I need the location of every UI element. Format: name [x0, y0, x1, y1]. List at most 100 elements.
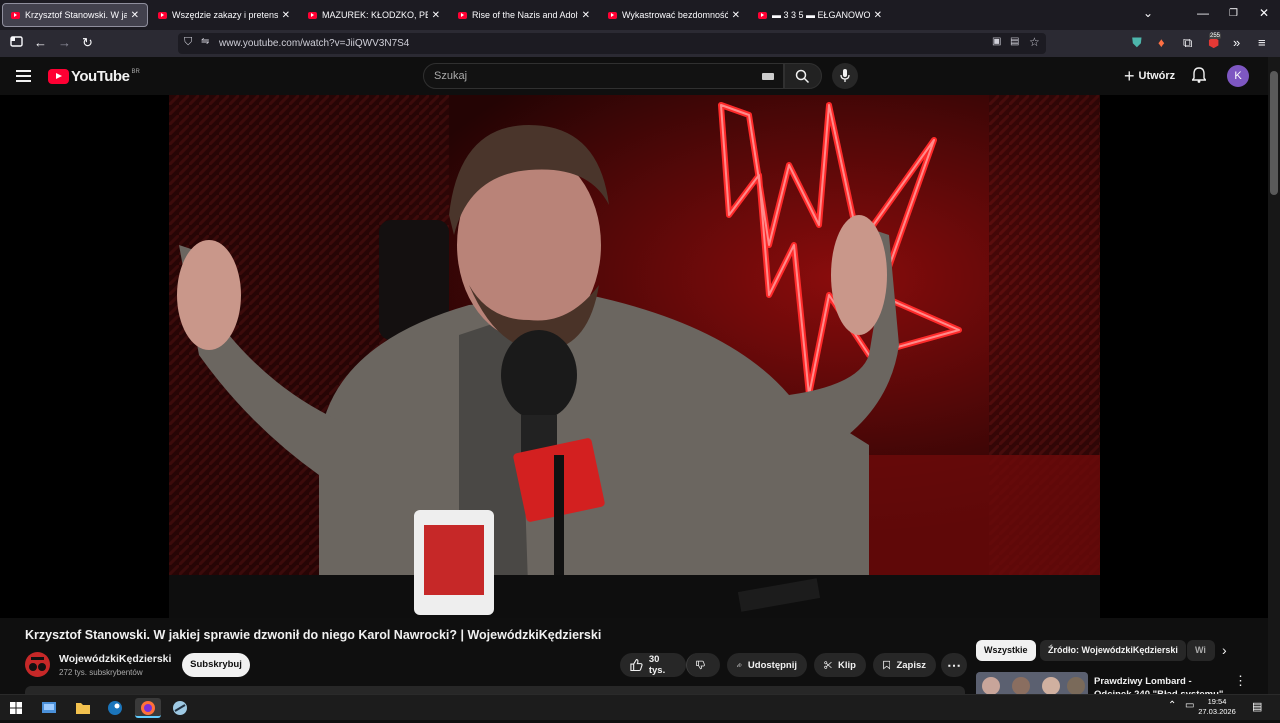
voice-search-button[interactable] [832, 63, 858, 89]
tab-title: Wszędzie zakazy i pretensje! Lu [172, 10, 278, 20]
description-box[interactable] [25, 686, 965, 694]
save-button[interactable]: Zapisz [873, 653, 936, 677]
youtube-favicon-icon [11, 11, 20, 19]
restore-window-icon[interactable]: ❐ [1229, 8, 1238, 19]
video-player[interactable] [0, 95, 1268, 618]
sidebar-toggle-icon[interactable] [10, 35, 23, 52]
clock-date: 27.03.2026 [1198, 707, 1236, 716]
youtube-favicon-icon [758, 11, 767, 19]
reload-icon[interactable]: ↻ [82, 35, 93, 51]
guide-menu-icon[interactable] [16, 70, 31, 82]
browser-tab-strip: Krzysztof Stanowski. W jakiej sp ✕ Wszęd… [0, 0, 1280, 30]
dislike-button[interactable] [686, 653, 720, 677]
browser-tab[interactable]: Wykastrować bezdomność! Ust ✕ [600, 3, 748, 27]
system-clock[interactable]: 19:54 27.03.2026 [1196, 697, 1238, 717]
network-icon[interactable]: ▭ [1185, 700, 1194, 711]
scissors-icon [824, 661, 832, 669]
clip-button[interactable]: Klip [814, 653, 866, 677]
reader-view-icon[interactable]: ▤ [1010, 36, 1019, 47]
file-explorer-icon[interactable] [70, 698, 96, 718]
chip-channel-source[interactable]: Źródło: WojewódzkiKędzierski [1040, 640, 1186, 661]
browser-tab[interactable]: Rise of the Nazis and Adolf Hitl ✕ [450, 3, 598, 27]
search-button[interactable] [784, 63, 822, 89]
app-taskbar-icon[interactable] [167, 698, 193, 718]
scrollbar-thumb[interactable] [1270, 71, 1278, 195]
video-frame-image [169, 95, 1100, 618]
browser-toolbar: ← → ↻ ⛉ ⇋ www.youtube.com/watch?v=JiiQWV… [0, 30, 1280, 57]
close-tab-icon[interactable]: ✕ [732, 10, 740, 21]
subscribe-button[interactable]: Subskrybuj [182, 653, 250, 677]
tray-chevron-icon[interactable]: ⌃ [1168, 700, 1176, 711]
bookmark-icon [883, 660, 891, 670]
back-icon[interactable]: ← [34, 35, 47, 51]
chip-partial[interactable]: Wi [1187, 640, 1215, 661]
share-button[interactable]: Udostępnij [727, 653, 807, 677]
more-actions-button[interactable]: ⋯ [941, 653, 967, 677]
notifications-bell-icon[interactable] [1192, 67, 1206, 83]
youtube-logo[interactable]: YouTube BR [48, 68, 140, 85]
account-avatar[interactable]: K [1227, 65, 1249, 87]
search-placeholder: Szukaj [434, 70, 468, 82]
tab-title: Krzysztof Stanowski. W jakiej sp [25, 10, 127, 20]
keyboard-icon[interactable] [762, 73, 774, 80]
overflow-menu-icon[interactable]: » [1233, 35, 1240, 51]
shield-icon[interactable]: ⛉ [184, 36, 192, 49]
url-text[interactable]: www.youtube.com/watch?v=JiiQWV3N7S4 [219, 38, 409, 49]
close-tab-icon[interactable]: ✕ [582, 10, 590, 21]
task-view-icon[interactable] [36, 698, 62, 718]
tab-title: Rise of the Nazis and Adolf Hitl [472, 10, 578, 20]
share-arrow-icon [737, 662, 742, 668]
like-button[interactable]: 30 tys. [620, 653, 686, 677]
permissions-icon[interactable]: ⇋ [201, 36, 209, 47]
share-label: Udostępnij [747, 659, 797, 671]
extensions-puzzle-icon[interactable]: ⧉ [1183, 35, 1192, 51]
channel-name[interactable]: WojewódzkiKędzierski [59, 653, 171, 665]
search-input[interactable]: Szukaj [423, 63, 784, 89]
youtube-favicon-icon [458, 11, 467, 19]
plus-icon: + [1124, 65, 1135, 86]
vpn-shield-icon[interactable]: ⛊ [1132, 35, 1142, 51]
bookmark-star-icon[interactable]: ☆ [1029, 35, 1040, 49]
video-title: Krzysztof Stanowski. W jakiej sprawie dz… [25, 628, 602, 642]
close-window-icon[interactable]: ✕ [1259, 6, 1269, 20]
video-frame[interactable] [169, 95, 1100, 618]
recommendation-thumbnail[interactable] [976, 672, 1088, 694]
minimize-window-icon[interactable]: — [1197, 6, 1209, 20]
tab-title: ▬ 3 3 5 ▬ EŁGANOWO: D [772, 10, 870, 20]
country-code: BR [131, 68, 140, 75]
create-button[interactable]: + Utwórz [1118, 63, 1181, 89]
picture-in-picture-icon[interactable]: ▣ [992, 36, 1001, 47]
close-tab-icon[interactable]: ✕ [432, 10, 440, 21]
page-scrollbar[interactable] [1268, 57, 1280, 694]
subscriber-count: 272 tys. subskrybentów [59, 668, 143, 677]
youtube-favicon-icon [608, 11, 617, 19]
notification-center-icon[interactable]: ▤ [1252, 700, 1262, 713]
browser-tab[interactable]: ▬ 3 3 5 ▬ EŁGANOWO: D ✕ [750, 3, 890, 27]
app-menu-icon[interactable]: ≡ [1258, 35, 1266, 51]
close-tab-icon[interactable]: ✕ [282, 10, 290, 21]
youtube-favicon-icon [308, 11, 317, 19]
save-label: Zapisz [896, 659, 926, 671]
channel-avatar[interactable] [25, 652, 50, 677]
youtube-play-logo-icon [48, 69, 69, 84]
chip-all[interactable]: Wszystkie [976, 640, 1036, 661]
fox-extension-icon[interactable]: ♦ [1158, 35, 1165, 51]
browser-tab[interactable]: Krzysztof Stanowski. W jakiej sp ✕ [2, 3, 148, 27]
forward-icon[interactable]: → [58, 35, 71, 51]
browser-tab[interactable]: MAZUREK: KŁODZKO, PEDOFILI ✕ [300, 3, 448, 27]
tab-list-chevron-icon[interactable]: ⌄ [1143, 6, 1153, 20]
close-tab-icon[interactable]: ✕ [874, 10, 882, 21]
windows-start-icon[interactable] [10, 702, 22, 714]
microphone-icon [840, 69, 850, 82]
firefox-taskbar-icon[interactable] [135, 698, 161, 718]
thumbs-down-icon [696, 660, 705, 670]
close-tab-icon[interactable]: ✕ [131, 10, 139, 21]
steam-icon[interactable] [102, 698, 128, 718]
chips-next-chevron-icon[interactable]: › [1222, 642, 1227, 658]
address-bar[interactable]: ⛉ ⇋ www.youtube.com/watch?v=JiiQWV3N7S4 … [178, 33, 1046, 54]
browser-tab[interactable]: Wszędzie zakazy i pretensje! Lu ✕ [150, 3, 298, 27]
like-count: 30 tys. [648, 654, 666, 676]
recommendation-menu-icon[interactable]: ⋮ [1234, 673, 1247, 689]
tab-title: MAZUREK: KŁODZKO, PEDOFILI [322, 10, 428, 20]
adblock-count-badge: 255 [1209, 33, 1222, 39]
